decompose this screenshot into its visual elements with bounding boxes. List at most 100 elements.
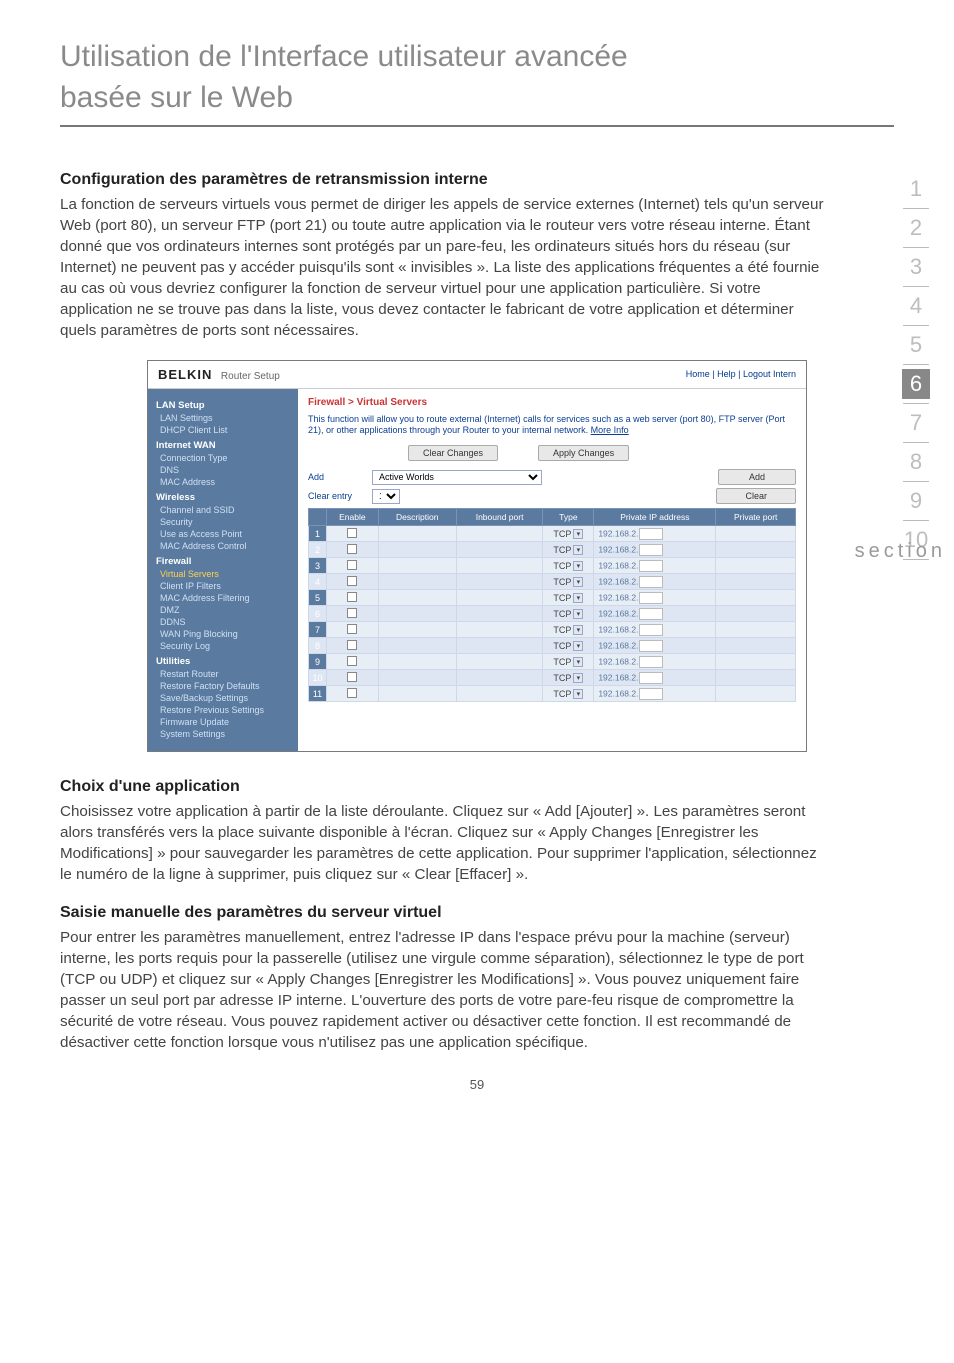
chevron-down-icon[interactable]: ▾ — [573, 529, 583, 539]
inbound-port-input[interactable] — [456, 606, 543, 622]
inbound-port-input[interactable] — [456, 654, 543, 670]
private-port-input[interactable] — [716, 574, 796, 590]
apply-changes-button[interactable]: Apply Changes — [538, 445, 629, 461]
section-nav-3[interactable]: 3 — [896, 254, 936, 280]
enable-checkbox[interactable] — [347, 528, 357, 538]
ip-suffix-input[interactable] — [639, 576, 663, 588]
enable-checkbox[interactable] — [347, 624, 357, 634]
private-port-input[interactable] — [716, 686, 796, 702]
clear-entry-select[interactable]: 1 — [372, 489, 400, 504]
enable-checkbox[interactable] — [347, 576, 357, 586]
section-nav-6[interactable]: 6 — [902, 369, 930, 399]
private-port-input[interactable] — [716, 638, 796, 654]
ip-suffix-input[interactable] — [639, 528, 663, 540]
chevron-down-icon[interactable]: ▾ — [573, 577, 583, 587]
chevron-down-icon[interactable]: ▾ — [573, 689, 583, 699]
enable-checkbox[interactable] — [347, 640, 357, 650]
section-nav-8[interactable]: 8 — [896, 449, 936, 475]
sidebar-item[interactable]: Connection Type — [160, 453, 290, 463]
add-select[interactable]: Active Worlds — [372, 470, 542, 485]
inbound-port-input[interactable] — [456, 670, 543, 686]
inbound-port-input[interactable] — [456, 558, 543, 574]
sidebar-item[interactable]: DHCP Client List — [160, 425, 290, 435]
ip-suffix-input[interactable] — [639, 656, 663, 668]
description-input[interactable] — [378, 558, 456, 574]
section-nav-1[interactable]: 1 — [896, 176, 936, 202]
private-port-input[interactable] — [716, 526, 796, 542]
sidebar-item[interactable]: LAN Settings — [160, 413, 290, 423]
private-port-input[interactable] — [716, 590, 796, 606]
sidebar-item[interactable]: Restore Factory Defaults — [160, 681, 290, 691]
inbound-port-input[interactable] — [456, 622, 543, 638]
chevron-down-icon[interactable]: ▾ — [573, 593, 583, 603]
sidebar-item[interactable]: Virtual Servers — [160, 569, 290, 579]
ip-suffix-input[interactable] — [639, 640, 663, 652]
private-port-input[interactable] — [716, 606, 796, 622]
private-port-input[interactable] — [716, 622, 796, 638]
section-nav-2[interactable]: 2 — [896, 215, 936, 241]
description-input[interactable] — [378, 638, 456, 654]
section-nav-5[interactable]: 5 — [896, 332, 936, 358]
enable-checkbox[interactable] — [347, 656, 357, 666]
sidebar-item[interactable]: MAC Address Filtering — [160, 593, 290, 603]
sidebar-item[interactable]: DDNS — [160, 617, 290, 627]
sidebar-item[interactable]: Save/Backup Settings — [160, 693, 290, 703]
inbound-port-input[interactable] — [456, 526, 543, 542]
chevron-down-icon[interactable]: ▾ — [573, 561, 583, 571]
enable-checkbox[interactable] — [347, 592, 357, 602]
enable-checkbox[interactable] — [347, 544, 357, 554]
ip-suffix-input[interactable] — [639, 592, 663, 604]
chevron-down-icon[interactable]: ▾ — [573, 673, 583, 683]
chevron-down-icon[interactable]: ▾ — [573, 609, 583, 619]
sidebar-item[interactable]: Restore Previous Settings — [160, 705, 290, 715]
sidebar-item[interactable]: Use as Access Point — [160, 529, 290, 539]
section-nav-9[interactable]: 9 — [896, 488, 936, 514]
sidebar-item[interactable]: Client IP Filters — [160, 581, 290, 591]
description-input[interactable] — [378, 654, 456, 670]
add-button[interactable]: Add — [718, 469, 796, 485]
chevron-down-icon[interactable]: ▾ — [573, 641, 583, 651]
sidebar-item[interactable]: Channel and SSID — [160, 505, 290, 515]
ip-suffix-input[interactable] — [639, 560, 663, 572]
inbound-port-input[interactable] — [456, 542, 543, 558]
description-input[interactable] — [378, 686, 456, 702]
private-port-input[interactable] — [716, 670, 796, 686]
sidebar-item[interactable]: DMZ — [160, 605, 290, 615]
chevron-down-icon[interactable]: ▾ — [573, 657, 583, 667]
ip-suffix-input[interactable] — [639, 608, 663, 620]
private-port-input[interactable] — [716, 542, 796, 558]
sidebar-item[interactable]: MAC Address — [160, 477, 290, 487]
description-input[interactable] — [378, 526, 456, 542]
inbound-port-input[interactable] — [456, 686, 543, 702]
description-input[interactable] — [378, 590, 456, 606]
enable-checkbox[interactable] — [347, 608, 357, 618]
description-input[interactable] — [378, 574, 456, 590]
description-input[interactable] — [378, 542, 456, 558]
inbound-port-input[interactable] — [456, 574, 543, 590]
clear-changes-button[interactable]: Clear Changes — [408, 445, 498, 461]
sidebar-item[interactable]: WAN Ping Blocking — [160, 629, 290, 639]
ip-suffix-input[interactable] — [639, 672, 663, 684]
ip-suffix-input[interactable] — [639, 544, 663, 556]
sidebar-item[interactable]: Restart Router — [160, 669, 290, 679]
clear-button[interactable]: Clear — [716, 488, 796, 504]
more-info-link[interactable]: More Info — [591, 425, 629, 435]
inbound-port-input[interactable] — [456, 638, 543, 654]
private-port-input[interactable] — [716, 654, 796, 670]
ip-suffix-input[interactable] — [639, 688, 663, 700]
description-input[interactable] — [378, 670, 456, 686]
sidebar-item[interactable]: Security Log — [160, 641, 290, 651]
private-port-input[interactable] — [716, 558, 796, 574]
top-links[interactable]: Home | Help | Logout Intern — [686, 369, 796, 379]
sidebar-item[interactable]: DNS — [160, 465, 290, 475]
ip-suffix-input[interactable] — [639, 624, 663, 636]
enable-checkbox[interactable] — [347, 672, 357, 682]
sidebar-item[interactable]: Security — [160, 517, 290, 527]
description-input[interactable] — [378, 622, 456, 638]
section-nav-4[interactable]: 4 — [896, 293, 936, 319]
chevron-down-icon[interactable]: ▾ — [573, 625, 583, 635]
sidebar-item[interactable]: MAC Address Control — [160, 541, 290, 551]
enable-checkbox[interactable] — [347, 560, 357, 570]
sidebar-item[interactable]: System Settings — [160, 729, 290, 739]
sidebar-item[interactable]: Firmware Update — [160, 717, 290, 727]
